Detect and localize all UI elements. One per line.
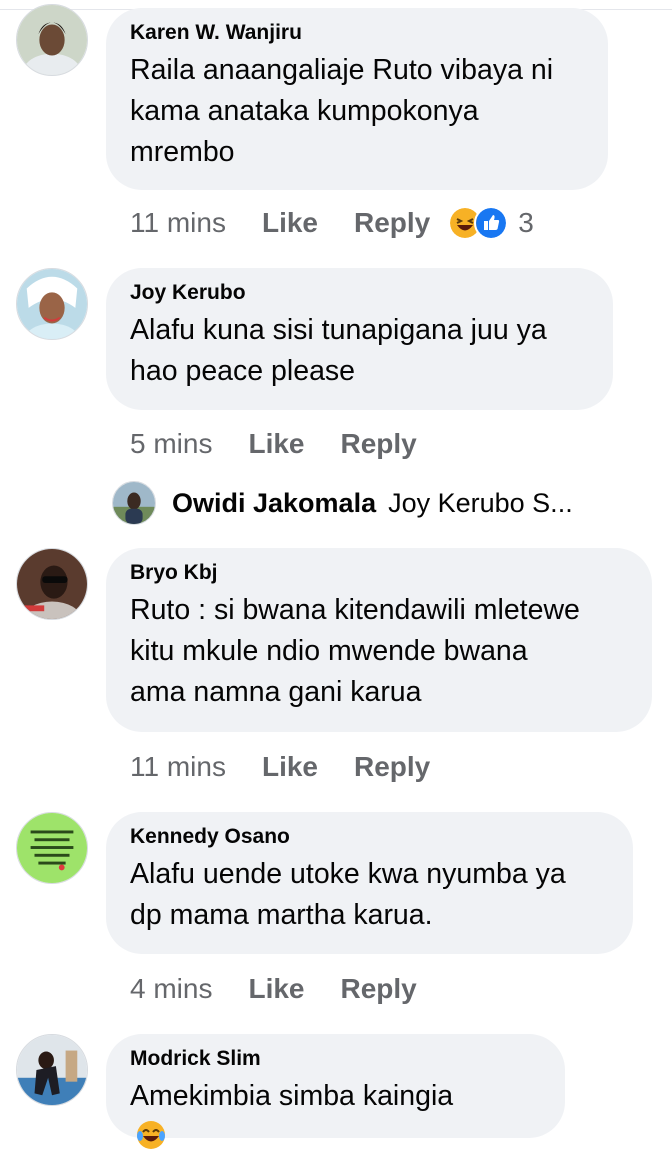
- avatar-modrick[interactable]: [16, 1034, 88, 1106]
- reply-snippet: Joy Kerubo S...: [388, 487, 573, 518]
- reaction-summary[interactable]: 3: [448, 206, 534, 240]
- like-button[interactable]: Like: [248, 428, 304, 460]
- avatar-kennedy[interactable]: [16, 812, 88, 884]
- reply-button[interactable]: Reply: [354, 751, 430, 783]
- avatar-joy[interactable]: [16, 268, 88, 340]
- comment-time[interactable]: 11 mins: [130, 207, 226, 239]
- reaction-count: 3: [518, 207, 534, 238]
- reply-author-name[interactable]: Owidi Jakomala: [172, 488, 376, 519]
- reply-button[interactable]: Reply: [341, 973, 417, 1005]
- comment-meta: 5 mins Like Reply: [130, 424, 417, 464]
- avatar-bryo[interactable]: [16, 548, 88, 620]
- comment-bubble: Modrick Slim Amekimbia simba kaingia: [106, 1034, 565, 1149]
- reply-button[interactable]: Reply: [341, 428, 417, 460]
- comment-text-content: Amekimbia simba kaingia: [130, 1080, 454, 1112]
- commenter-name[interactable]: Modrick Slim: [130, 1046, 541, 1072]
- comment-bubble: Bryo Kbj Ruto : si bwana kitendawili mle…: [106, 548, 652, 732]
- comment-meta: 11 mins Like Reply: [130, 747, 430, 787]
- comment-text: Raila anaangaliaje Ruto vibaya ni kama a…: [130, 54, 554, 168]
- comment-time[interactable]: 5 mins: [130, 428, 212, 460]
- laughing-tears-emoji-icon: [137, 1121, 165, 1149]
- avatar-karen[interactable]: [16, 4, 88, 76]
- reply-button[interactable]: Reply: [354, 207, 430, 239]
- comment-text: Alafu kuna sisi tunapigana juu ya hao pe…: [130, 314, 547, 387]
- commenter-name[interactable]: Joy Kerubo: [130, 280, 589, 306]
- comment-time[interactable]: 11 mins: [130, 751, 226, 783]
- like-button[interactable]: Like: [248, 973, 304, 1005]
- comment-time[interactable]: 4 mins: [130, 973, 212, 1005]
- comment-meta: 4 mins Like Reply: [130, 969, 417, 1009]
- like-thumb-icon: [474, 206, 509, 240]
- commenter-name[interactable]: Karen W. Wanjiru: [130, 20, 584, 46]
- comment-text: Ruto : si bwana kitendawili mletewe kitu…: [130, 594, 580, 708]
- like-button[interactable]: Like: [262, 751, 318, 783]
- like-button[interactable]: Like: [262, 207, 318, 239]
- commenter-name[interactable]: Bryo Kbj: [130, 560, 628, 586]
- commenter-name[interactable]: Kennedy Osano: [130, 824, 609, 850]
- reply-preview[interactable]: Owidi Jakomala Joy Kerubo S...: [112, 480, 573, 526]
- comment-bubble: Joy Kerubo Alafu kuna sisi tunapigana ju…: [106, 268, 613, 410]
- comment-text: Alafu uende utoke kwa nyumba ya dp mama …: [130, 858, 566, 931]
- comment-bubble: Kennedy Osano Alafu uende utoke kwa nyum…: [106, 812, 633, 954]
- avatar-owidi[interactable]: [112, 481, 156, 525]
- comment-bubble: Karen W. Wanjiru Raila anaangaliaje Ruto…: [106, 8, 608, 190]
- comment-text: Amekimbia simba kaingia: [130, 1076, 541, 1158]
- comment-meta: 11 mins Like Reply 3: [130, 203, 534, 243]
